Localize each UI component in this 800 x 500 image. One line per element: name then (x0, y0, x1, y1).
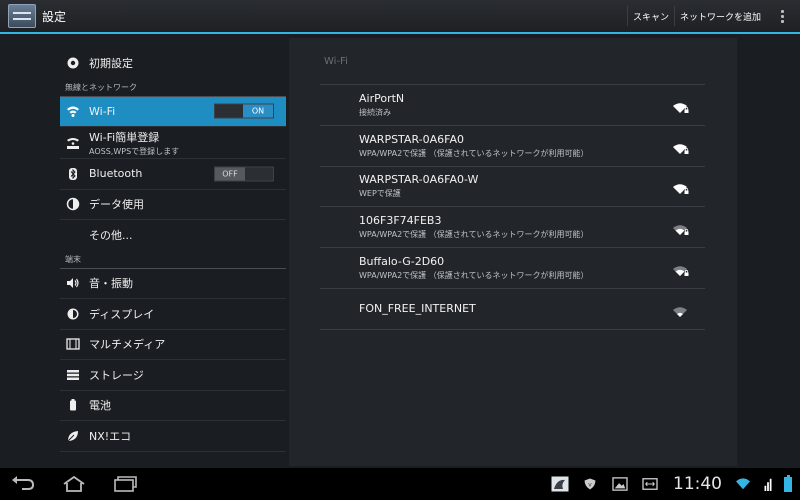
wifi-signal-lock-icon (673, 262, 689, 277)
network-item[interactable]: FON_FREE_INTERNET (320, 289, 705, 330)
network-name: AirPortN (359, 91, 405, 105)
sidebar-item-sublabel: AOSS,WPSで登録します (89, 146, 180, 156)
recent-apps-icon (114, 476, 137, 492)
network-name: WARPSTAR-0A6FA0 (359, 132, 464, 146)
screen-resize-icon (641, 476, 659, 492)
wifi-icon (66, 104, 80, 118)
action-bar: 設定 スキャン ネットワークを追加 (0, 0, 800, 34)
sidebar-item-data-usage[interactable]: データ使用 (60, 190, 286, 220)
network-status: 接続済み (359, 107, 391, 117)
wifi-panel-title: Wi-Fi (324, 56, 348, 67)
settings-sidebar: 初期設定 無線とネットワーク Wi-Fi ON Wi-Fi簡単登録 AOSS,W… (60, 48, 286, 464)
wifi-panel: Wi-Fi AirPortN 接続済み WARPSTAR-0A6FA0 WPA/… (289, 38, 737, 466)
network-item[interactable]: Buffalo-G-2D60 WPA/WPA2で保護 （保護されているネットワー… (320, 248, 705, 289)
sidebar-item-label: ディスプレイ (89, 307, 155, 321)
film-icon (66, 337, 80, 351)
network-item[interactable]: WARPSTAR-0A6FA0 WPA/WPA2で保護 （保護されているネットワ… (320, 126, 705, 167)
wifi-signal-icon (673, 303, 689, 317)
section-header-device: 端末 (60, 251, 286, 269)
sidebar-item-initial-settings[interactable]: 初期設定 (60, 48, 286, 79)
network-item[interactable]: 106F3F74FEB3 WPA/WPA2で保護 （保護されているネットワークが… (320, 207, 705, 249)
network-name: FON_FREE_INTERNET (359, 302, 476, 316)
speaker-icon (66, 276, 80, 290)
sidebar-item-wifi-easy[interactable]: Wi-Fi簡単登録 AOSS,WPSで登録します (60, 127, 286, 159)
easy-icon (66, 136, 80, 150)
system-nav-bar: V 11:40 (0, 468, 800, 500)
sidebar-item-label: Wi-Fi (89, 104, 116, 118)
sidebar-item-label: 電池 (89, 399, 111, 413)
sidebar-item-sound[interactable]: 音・振動 (60, 269, 286, 299)
bluetooth-icon (66, 167, 80, 181)
home-button[interactable] (46, 468, 102, 500)
network-status: WPA/WPA2で保護 （保護されているネットワークが利用可能） (359, 271, 589, 281)
sidebar-item-label: 初期設定 (89, 57, 133, 71)
shield-icon: V (581, 476, 599, 492)
notification-tray[interactable]: V 11:40 (551, 474, 800, 494)
wifi-signal-lock-icon (673, 180, 689, 195)
sidebar-item-label: その他... (89, 229, 133, 243)
sidebar-item-label: ストレージ (89, 368, 144, 382)
sidebar-item-label: データ使用 (89, 198, 144, 212)
network-list: AirPortN 接続済み WARPSTAR-0A6FA0 WPA/WPA2で保… (320, 85, 705, 330)
add-network-button[interactable]: ネットワークを追加 (673, 6, 766, 26)
network-name: Buffalo-G-2D60 (359, 255, 445, 269)
bluetooth-toggle[interactable]: OFF (214, 166, 274, 182)
sidebar-item-label: NX!エコ (89, 429, 132, 443)
signal-icon (764, 476, 772, 492)
wifi-status-icon (734, 476, 752, 492)
notification-app-icon[interactable] (551, 476, 569, 492)
pie-chart-icon (66, 197, 80, 211)
sidebar-item-bluetooth[interactable]: Bluetooth OFF (60, 159, 286, 190)
network-name: WARPSTAR-0A6FA0-W (359, 173, 479, 187)
brightness-icon (66, 307, 80, 321)
sidebar-item-display[interactable]: ディスプレイ (60, 299, 286, 330)
network-status: WPA/WPA2で保護 （保護されているネットワークが利用可能） (359, 148, 589, 158)
scan-button[interactable]: スキャン (626, 6, 674, 26)
toggle-on-label: ON (243, 104, 273, 118)
sidebar-item-more[interactable]: その他... (60, 220, 286, 251)
sidebar-item-wifi[interactable]: Wi-Fi ON (60, 96, 286, 127)
sidebar-item-storage[interactable]: ストレージ (60, 360, 286, 391)
battery-status-icon (784, 474, 792, 492)
home-icon (63, 475, 85, 492)
sidebar-item-label: Bluetooth (89, 167, 143, 181)
storage-icon (66, 368, 80, 382)
sidebar-item-label: 音・振動 (89, 277, 133, 291)
sidebar-item-eco[interactable]: NX!エコ (60, 421, 286, 452)
recent-apps-button[interactable] (102, 468, 148, 500)
wifi-toggle[interactable]: ON (214, 103, 274, 119)
sidebar-item-battery[interactable]: 電池 (60, 391, 286, 421)
battery-icon (66, 398, 80, 412)
wifi-signal-lock-icon (673, 140, 689, 154)
wifi-signal-lock-icon (673, 221, 689, 236)
network-status: WEPで保護 (359, 189, 401, 199)
image-icon (611, 476, 629, 492)
network-item[interactable]: AirPortN 接続済み (320, 85, 705, 126)
back-button[interactable] (0, 468, 46, 500)
sidebar-item-label: Wi-Fi簡単登録 (89, 130, 160, 144)
section-header-wireless: 無線とネットワーク (60, 79, 286, 97)
wifi-signal-lock-icon (673, 99, 689, 113)
leaf-icon (66, 429, 80, 443)
toggle-off-label: OFF (215, 167, 245, 181)
clock: 11:40 (673, 474, 722, 494)
settings-app-icon[interactable] (8, 4, 36, 28)
back-icon (12, 476, 35, 490)
network-item[interactable]: WARPSTAR-0A6FA0-W WEPで保護 (320, 167, 705, 208)
overflow-menu-icon[interactable] (772, 0, 792, 33)
network-status: WPA/WPA2で保護 （保護されているネットワークが利用可能） (359, 230, 589, 240)
network-name: 106F3F74FEB3 (359, 214, 442, 228)
sidebar-item-label: マルチメディア (89, 338, 166, 352)
app-title: 設定 (42, 9, 67, 24)
gear-icon (66, 56, 80, 70)
sidebar-item-multimedia[interactable]: マルチメディア (60, 330, 286, 360)
